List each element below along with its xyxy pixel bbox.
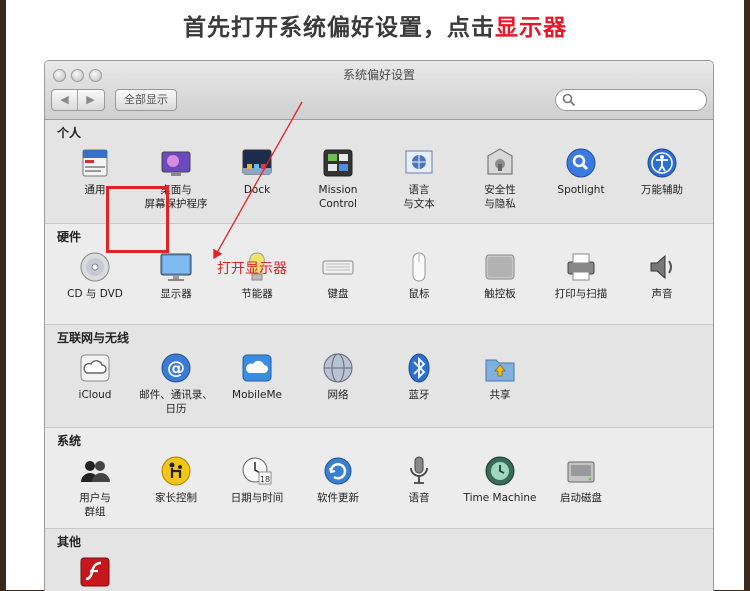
tutorial-page: 首先打开系统偏好设置，点击显示器 系统偏好设置 ◀ ▶ 全部显示 个人 通用 桌面与…: [6, 0, 744, 591]
annotation-arrow: [213, 101, 303, 260]
